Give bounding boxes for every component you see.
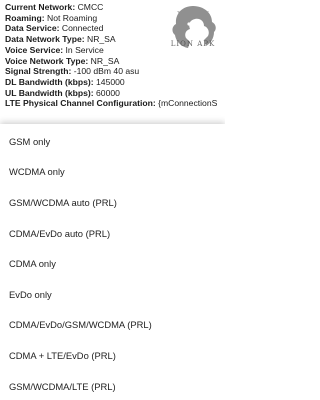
network-mode-option[interactable]: EvDo only — [0, 279, 225, 310]
network-mode-option[interactable]: CDMA/EvDo/GSM/WCDMA (PRL) — [0, 310, 225, 341]
network-mode-option[interactable]: GSM/WCDMA/LTE (PRL) — [0, 371, 225, 400]
network-mode-list: GSM only WCDMA only GSM/WCDMA auto (PRL)… — [0, 126, 225, 400]
network-mode-dialog: GSM only WCDMA only GSM/WCDMA auto (PRL)… — [0, 124, 225, 400]
network-mode-option[interactable]: GSM only — [0, 126, 225, 157]
network-mode-option[interactable]: CDMA/EvDo auto (PRL) — [0, 218, 225, 249]
network-mode-option[interactable]: CDMA + LTE/EvDo (PRL) — [0, 340, 225, 371]
dialog-scrim[interactable] — [0, 0, 225, 130]
network-mode-option[interactable]: CDMA only — [0, 248, 225, 279]
phone-info-screen: Current Network: CMCC Roaming: Not Roami… — [0, 0, 225, 400]
network-mode-option[interactable]: GSM/WCDMA auto (PRL) — [0, 187, 225, 218]
network-mode-option[interactable]: WCDMA only — [0, 157, 225, 188]
